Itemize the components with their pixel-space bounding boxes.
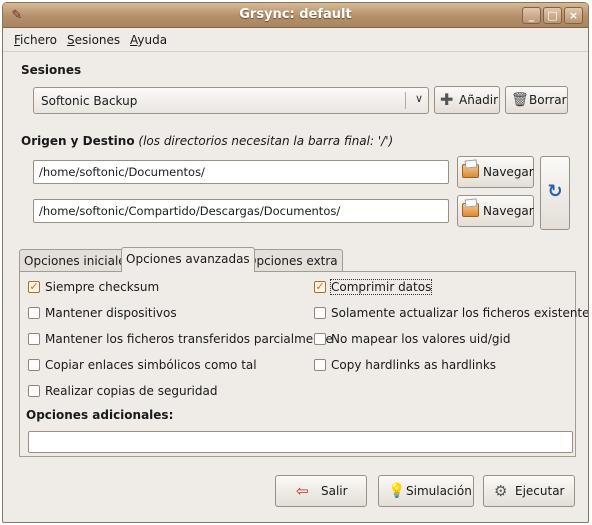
- menu-fichero[interactable]: Fichero: [14, 33, 57, 47]
- source-path-input[interactable]: /home/softonic/Documentos/: [33, 160, 449, 184]
- browse-source-label: Navegar: [483, 165, 534, 179]
- paths-heading-row: Origen y Destino (los directorios necesi…: [21, 134, 393, 148]
- session-select-value: Softonic Backup: [41, 94, 138, 108]
- chevron-down-icon: ∨: [414, 92, 423, 105]
- checkbox[interactable]: [28, 359, 40, 371]
- minimize-icon[interactable]: _: [522, 7, 541, 24]
- refresh-icon: ↻: [547, 181, 563, 202]
- option-solamente-actualizar[interactable]: Solamente actualizar los ficheros existe…: [314, 306, 588, 322]
- checkbox[interactable]: [28, 307, 40, 319]
- add-icon: ✚: [440, 90, 454, 109]
- browse-destination-label: Navegar: [483, 204, 534, 218]
- option-label: Mantener dispositivos: [45, 306, 177, 320]
- checkbox-checked[interactable]: ✓: [314, 281, 326, 293]
- option-no-mapear-uid-gid[interactable]: No mapear los valores uid/gid: [314, 332, 514, 348]
- checkbox[interactable]: [314, 307, 326, 319]
- checkbox[interactable]: [28, 385, 40, 397]
- tab-opciones-avanzadas[interactable]: Opciones avanzadas: [121, 247, 255, 272]
- paths-heading-note: (los directorios necesitan la barra fina…: [138, 134, 394, 148]
- title-bar[interactable]: ✎ Grsync: default _ □ ×: [3, 3, 588, 28]
- option-label: Comprimir datos: [329, 279, 433, 295]
- lightbulb-icon: 💡: [388, 483, 406, 499]
- session-select[interactable]: Softonic Backup ∨: [33, 87, 429, 114]
- browse-destination-button[interactable]: Navegar: [457, 195, 534, 227]
- quit-label: Salir: [321, 484, 348, 498]
- simulate-button[interactable]: 💡 Simulación: [378, 475, 474, 507]
- option-siempre-checksum[interactable]: ✓ Siempre checksum: [28, 280, 208, 296]
- checkbox[interactable]: [314, 359, 326, 371]
- option-copias-seguridad[interactable]: Realizar copias de seguridad: [28, 384, 228, 400]
- option-label: Solamente actualizar los ficheros existe…: [331, 306, 589, 320]
- option-label: Siempre checksum: [45, 280, 160, 294]
- option-comprimir-datos[interactable]: ✓ Comprimir datos: [314, 279, 454, 296]
- maximize-icon[interactable]: □: [543, 7, 562, 24]
- add-session-button[interactable]: ✚ Añadir: [434, 86, 500, 114]
- tab-opciones-extra[interactable]: Opciones extra: [242, 249, 343, 271]
- delete-session-label: Borrar: [529, 93, 567, 107]
- folder-icon: [462, 164, 479, 178]
- option-mantener-dispositivos[interactable]: Mantener dispositivos: [28, 306, 208, 322]
- option-label: Copy hardlinks as hardlinks: [331, 358, 497, 372]
- checkbox-checked[interactable]: ✓: [28, 281, 40, 293]
- browse-source-button[interactable]: Navegar: [457, 156, 534, 188]
- checkbox[interactable]: [314, 333, 326, 345]
- sessions-heading: Sesiones: [21, 63, 82, 77]
- additional-options-input[interactable]: [28, 431, 573, 453]
- swap-paths-button[interactable]: ↻: [540, 156, 570, 230]
- add-session-label: Añadir: [459, 93, 499, 107]
- option-label: Copiar enlaces simbólicos como tal: [45, 358, 257, 372]
- option-copy-hardlinks[interactable]: Copy hardlinks as hardlinks: [314, 358, 514, 374]
- checkbox[interactable]: [28, 333, 40, 345]
- simulate-label: Simulación: [406, 484, 472, 498]
- option-label: Mantener los ficheros transferidos parci…: [45, 332, 333, 346]
- quit-button[interactable]: ⇦ Salir: [275, 475, 367, 507]
- destination-path-input[interactable]: /home/softonic/Compartido/Descargas/Docu…: [33, 199, 449, 223]
- delete-session-button[interactable]: 🗑 Borrar: [505, 86, 568, 114]
- menu-bar: Fichero Sesiones Ayuda: [3, 28, 588, 52]
- option-copiar-enlaces-simbolicos[interactable]: Copiar enlaces simbólicos como tal: [28, 358, 258, 374]
- close-icon[interactable]: ×: [564, 7, 583, 24]
- option-label: Realizar copias de seguridad: [45, 384, 218, 398]
- gears-icon: ⚙: [494, 482, 508, 500]
- folder-icon: [462, 203, 479, 217]
- run-label: Ejecutar: [515, 484, 565, 498]
- exit-icon: ⇦: [296, 482, 309, 500]
- trash-icon: 🗑: [511, 92, 529, 108]
- combo-separator: [405, 92, 406, 109]
- option-mantener-ficheros-parciales[interactable]: Mantener los ficheros transferidos parci…: [28, 332, 333, 348]
- window-title: Grsync: default: [239, 7, 352, 22]
- paths-heading: Origen y Destino: [21, 134, 135, 148]
- advanced-options-panel: ✓ Siempre checksum Mantener dispositivos…: [19, 271, 588, 457]
- menu-ayuda[interactable]: Ayuda: [130, 33, 167, 47]
- option-label: No mapear los valores uid/gid: [331, 332, 511, 346]
- menu-sesiones[interactable]: Sesiones: [67, 33, 120, 47]
- run-button[interactable]: ⚙ Ejecutar: [483, 475, 575, 507]
- additional-options-label: Opciones adicionales:: [26, 408, 174, 422]
- app-window: ✎ Grsync: default _ □ × Fichero Sesiones…: [2, 2, 589, 523]
- tab-opciones-iniciales[interactable]: Opciones iniciales: [19, 249, 137, 271]
